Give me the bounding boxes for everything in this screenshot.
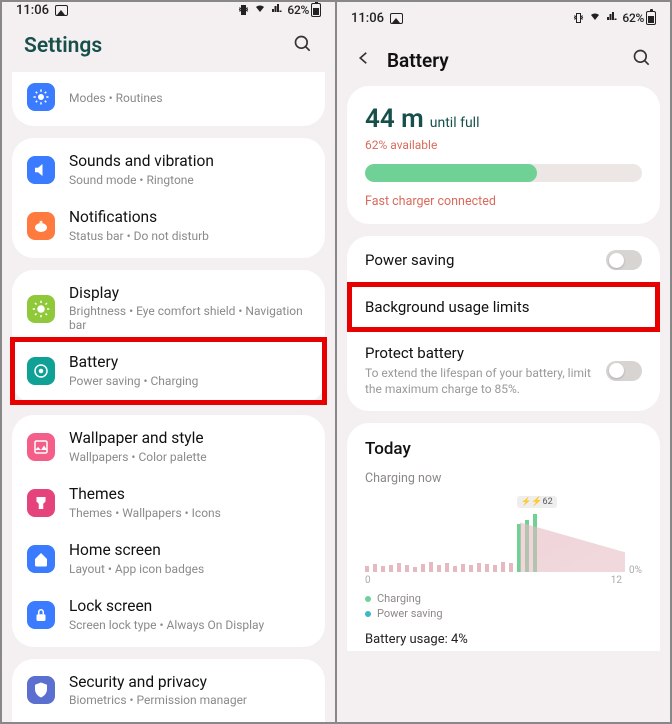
status-time: 11:06 xyxy=(351,11,384,26)
status-bar: 11:06 62% xyxy=(337,2,670,34)
battery-usage-text: Battery usage: 4% xyxy=(365,632,642,647)
toggle-switch[interactable] xyxy=(606,250,642,270)
wifi-icon xyxy=(253,2,267,18)
axis-start: 0 xyxy=(365,575,371,586)
charge-time: 44 m xyxy=(365,104,424,134)
row-subtitle: Modes • Routines xyxy=(69,91,310,105)
row-subtitle: Sound mode • Ringtone xyxy=(69,173,310,187)
charger-status: Fast charger connected xyxy=(365,194,642,209)
option-label: Protect battery xyxy=(365,344,606,362)
modes-routines-icon xyxy=(27,83,55,111)
option-power-saving[interactable]: Power saving xyxy=(347,236,660,284)
settings-row-home-screen[interactable]: Home screen Layout • App icon badges xyxy=(12,531,325,587)
signal-icon xyxy=(270,2,284,18)
option-protect-battery[interactable]: Protect battery To extend the lifespan of… xyxy=(347,330,660,411)
search-icon[interactable] xyxy=(632,48,652,72)
row-subtitle: Screen lock type • Always On Display xyxy=(69,618,310,632)
option-subtext: To extend the lifespan of your battery, … xyxy=(365,365,606,397)
options-card: Power saving Background usage limits Prote… xyxy=(347,236,660,411)
charging-status: Charging now xyxy=(365,471,642,486)
charge-until: until full xyxy=(430,115,480,131)
row-title: Display xyxy=(69,285,310,303)
screenshot-indicator-icon xyxy=(55,5,68,16)
home-screen-icon xyxy=(27,545,55,573)
status-bar: 11:06 62% xyxy=(2,2,335,18)
legend-dot xyxy=(365,596,371,602)
axis-zero: 0% xyxy=(629,565,642,576)
row-title: Notifications xyxy=(69,209,310,227)
settings-row-themes[interactable]: Themes Themes • Wallpapers • Icons xyxy=(12,475,325,531)
status-battery: 62% xyxy=(287,3,321,17)
option-label: Background usage limits xyxy=(365,298,642,316)
row-title: Security and privacy xyxy=(69,674,310,692)
settings-list: Modes • RoutinesSounds and vibrationSoun… xyxy=(2,72,335,722)
row-subtitle: Layout • App icon badges xyxy=(69,562,310,576)
status-time: 11:06 xyxy=(16,3,49,18)
battery-icon xyxy=(27,357,55,385)
search-icon[interactable] xyxy=(293,34,313,58)
row-title: Wallpaper and style xyxy=(69,430,310,448)
settings-row-sounds-vibration[interactable]: Sounds and vibration Sound mode • Rington… xyxy=(12,142,325,198)
option-background-usage-limits[interactable]: Background usage limits xyxy=(347,284,660,330)
row-subtitle: Themes • Wallpapers • Icons xyxy=(69,506,310,520)
battery-screen: 11:06 62% Battery 44 m until full 62% av… xyxy=(335,2,670,722)
notifications-icon xyxy=(27,212,55,240)
row-title: Battery xyxy=(69,354,310,372)
settings-row-lock-screen[interactable]: Lock screen Screen lock type • Always On … xyxy=(12,587,325,643)
signal-icon xyxy=(605,10,619,26)
security-privacy-icon xyxy=(27,676,55,704)
usage-chart: ⚡62 0 12 0% xyxy=(365,496,642,586)
settings-row-wallpaper-style[interactable]: Wallpaper and style Wallpapers • Color pa… xyxy=(12,419,325,475)
settings-screen: 11:06 62% Settings Modes • Routines Sound… xyxy=(2,2,335,722)
settings-row-notifications[interactable]: Notifications Status bar • Do not disturb xyxy=(12,198,325,254)
chart-legend: Charging Power saving xyxy=(365,592,642,620)
screenshot-indicator-icon xyxy=(390,13,403,24)
page-title: Battery xyxy=(387,49,618,72)
toggle-switch[interactable] xyxy=(606,361,642,381)
vibrate-icon xyxy=(572,12,585,24)
legend-label: Power saving xyxy=(377,607,443,620)
usage-card[interactable]: Today Charging now ⚡62 0 12 0% Charging P… xyxy=(347,423,660,651)
usage-title: Today xyxy=(365,439,642,459)
row-title: Themes xyxy=(69,486,310,504)
sounds-vibration-icon xyxy=(27,156,55,184)
settings-row-battery[interactable]: Battery Power saving • Charging xyxy=(12,343,325,399)
row-title: Lock screen xyxy=(69,598,310,616)
legend-dot xyxy=(365,611,371,617)
wallpaper-style-icon xyxy=(27,433,55,461)
projection-area xyxy=(520,522,625,572)
settings-header: Settings xyxy=(2,18,335,72)
charge-card: 44 m until full 62% available Fast charg… xyxy=(347,86,660,224)
wifi-icon xyxy=(588,10,602,26)
settings-row-display[interactable]: DisplayBrightness • Eye comfort shield •… xyxy=(12,274,325,344)
legend-label: Charging xyxy=(377,592,421,605)
battery-header: Battery xyxy=(337,34,670,86)
display-icon xyxy=(27,295,55,323)
axis-mid: 12 xyxy=(611,575,622,586)
row-subtitle: Biometrics • Permission manager xyxy=(69,693,310,707)
vibrate-icon xyxy=(237,4,250,16)
settings-row-modes-routines[interactable]: Modes • Routines xyxy=(12,72,325,122)
back-icon[interactable] xyxy=(355,49,373,71)
available-text: 62% available xyxy=(365,138,642,152)
settings-row-location[interactable]: LocationLocation requests xyxy=(12,718,325,722)
peak-label: ⚡62 xyxy=(517,496,556,508)
progress-bar xyxy=(365,164,642,182)
themes-icon xyxy=(27,489,55,517)
settings-row-security-privacy[interactable]: Security and privacyBiometrics • Permiss… xyxy=(12,663,325,719)
lock-screen-icon xyxy=(27,601,55,629)
page-title: Settings xyxy=(24,34,102,58)
row-subtitle: Status bar • Do not disturb xyxy=(69,229,310,243)
row-subtitle: Brightness • Eye comfort shield • Naviga… xyxy=(69,304,310,332)
row-title: Sounds and vibration xyxy=(69,153,310,171)
row-subtitle: Wallpapers • Color palette xyxy=(69,450,310,464)
option-label: Power saving xyxy=(365,251,606,269)
row-subtitle: Power saving • Charging xyxy=(69,374,310,388)
status-battery: 62% xyxy=(622,11,656,25)
row-title: Home screen xyxy=(69,542,310,560)
